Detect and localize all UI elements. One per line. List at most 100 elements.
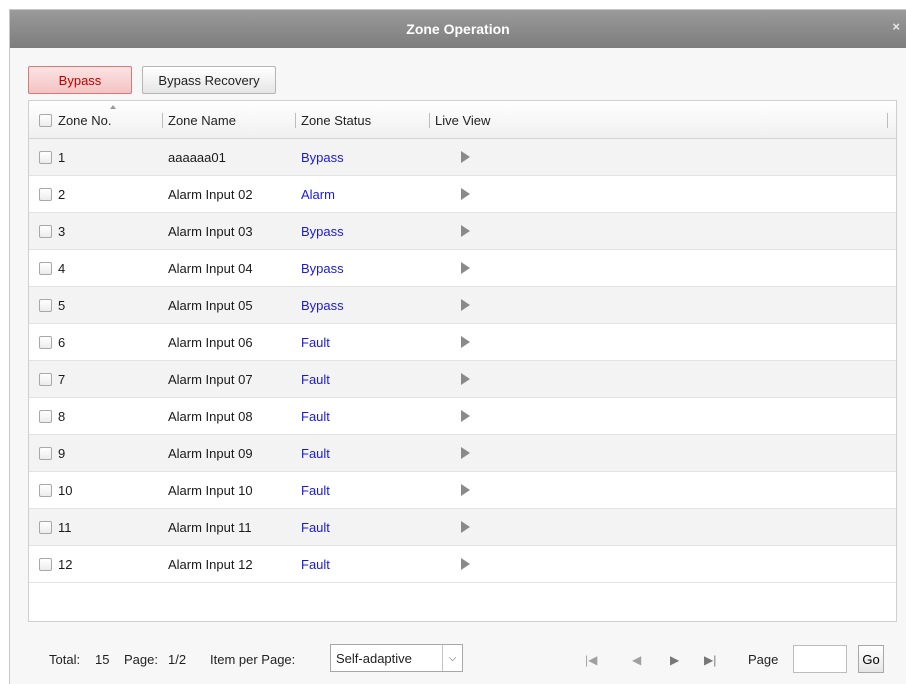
table-row[interactable]: 11 Alarm Input 11 Fault [29, 509, 896, 546]
previous-page-icon[interactable]: ◀ [632, 653, 641, 667]
table-row[interactable]: 4 Alarm Input 04 Bypass [29, 250, 896, 287]
zone-name-cell: Alarm Input 09 [168, 445, 253, 461]
zone-no-cell: 6 [58, 334, 66, 350]
table-row[interactable]: 9 Alarm Input 09 Fault [29, 435, 896, 472]
row-checkbox-cell [39, 250, 52, 286]
bypass-button[interactable]: Bypass [28, 66, 132, 94]
row-checkbox[interactable] [39, 409, 52, 423]
play-icon[interactable] [461, 188, 470, 200]
play-icon[interactable] [461, 484, 470, 496]
zone-operation-dialog: Zone Operation × Bypass Bypass Recovery … [9, 9, 906, 684]
row-checkbox[interactable] [39, 187, 52, 201]
item-per-page-value: Self-adaptive [336, 650, 412, 666]
table-row[interactable]: 8 Alarm Input 08 Fault [29, 398, 896, 435]
row-checkbox-cell [39, 472, 52, 508]
column-label: Live View [435, 112, 491, 128]
live-view-cell [461, 472, 470, 508]
zone-table: Zone No. Zone Name Zone Status Live View… [28, 100, 897, 622]
zone-no-cell: 11 [58, 519, 72, 535]
zone-no-cell: 5 [58, 297, 66, 313]
play-icon[interactable] [461, 447, 470, 459]
play-icon[interactable] [461, 410, 470, 422]
zone-status-cell: Alarm [301, 186, 335, 202]
page-number-input[interactable] [793, 645, 847, 673]
table-row[interactable]: 12 Alarm Input 12 Fault [29, 546, 896, 583]
row-checkbox-cell [39, 361, 52, 397]
row-checkbox[interactable] [39, 446, 52, 460]
zone-name-cell: Alarm Input 10 [168, 482, 253, 498]
page-value: 1/2 [168, 652, 187, 667]
sort-arrow-icon [110, 105, 116, 109]
zone-no-cell: 12 [58, 556, 73, 572]
play-icon[interactable] [461, 521, 470, 533]
play-icon[interactable] [461, 225, 470, 237]
header-select-all [39, 101, 52, 139]
table-row[interactable]: 1 aaaaaa01 Bypass [29, 139, 896, 176]
close-icon[interactable]: × [892, 20, 900, 34]
row-checkbox[interactable] [39, 261, 52, 275]
table-row[interactable]: 10 Alarm Input 10 Fault [29, 472, 896, 509]
column-divider [887, 113, 888, 128]
live-view-cell [461, 250, 470, 286]
table-header: Zone No. Zone Name Zone Status Live View [29, 101, 896, 139]
go-button[interactable]: Go [858, 645, 884, 673]
zone-status-cell: Fault [301, 371, 330, 387]
zone-no-cell: 4 [58, 260, 66, 276]
zone-no-cell: 8 [58, 408, 66, 424]
row-checkbox[interactable] [39, 224, 52, 238]
zone-status-cell: Fault [301, 334, 330, 350]
page-input-label: Page [748, 652, 779, 667]
live-view-cell [461, 324, 470, 360]
live-view-cell [461, 139, 470, 175]
bypass-recovery-button[interactable]: Bypass Recovery [142, 66, 276, 94]
table-row[interactable]: 6 Alarm Input 06 Fault [29, 324, 896, 361]
chevron-down-icon[interactable]: ⌵ [442, 645, 462, 671]
first-page-icon[interactable]: |◀ [585, 653, 597, 667]
zone-no-cell: 3 [58, 223, 66, 239]
row-checkbox-cell [39, 287, 52, 323]
play-icon[interactable] [461, 151, 470, 163]
zone-no-cell: 10 [58, 482, 73, 498]
row-checkbox[interactable] [39, 520, 52, 534]
column-label: Zone No. [58, 112, 112, 128]
zone-no-cell: 1 [58, 149, 66, 165]
zone-name-cell: Alarm Input 08 [168, 408, 253, 424]
page-label: Page: [124, 652, 158, 667]
zone-status-cell: Fault [301, 556, 330, 572]
table-row[interactable]: 2 Alarm Input 02 Alarm [29, 176, 896, 213]
toolbar: Bypass Bypass Recovery [28, 66, 276, 94]
play-icon[interactable] [461, 373, 470, 385]
play-icon[interactable] [461, 299, 470, 311]
play-icon[interactable] [461, 262, 470, 274]
row-checkbox[interactable] [39, 335, 52, 349]
row-checkbox-cell [39, 435, 52, 471]
zone-status-cell: Fault [301, 445, 330, 461]
live-view-cell [461, 509, 470, 545]
zone-name-cell: Alarm Input 03 [168, 223, 253, 239]
row-checkbox[interactable] [39, 483, 52, 497]
next-page-icon[interactable]: ▶ [670, 653, 679, 667]
row-checkbox-cell [39, 324, 52, 360]
column-header-zone-status[interactable]: Zone Status [295, 101, 371, 139]
row-checkbox-cell [39, 176, 52, 212]
row-checkbox[interactable] [39, 150, 52, 164]
zone-no-cell: 7 [58, 371, 66, 387]
live-view-cell [461, 546, 470, 582]
row-checkbox[interactable] [39, 372, 52, 386]
last-page-icon[interactable]: ▶| [704, 653, 716, 667]
row-checkbox[interactable] [39, 298, 52, 312]
table-row[interactable]: 3 Alarm Input 03 Bypass [29, 213, 896, 250]
table-row[interactable]: 5 Alarm Input 05 Bypass [29, 287, 896, 324]
play-icon[interactable] [461, 558, 470, 570]
table-row[interactable]: 7 Alarm Input 07 Fault [29, 361, 896, 398]
zone-status-cell: Bypass [301, 149, 344, 165]
zone-no-cell: 2 [58, 186, 66, 202]
play-icon[interactable] [461, 336, 470, 348]
live-view-cell [461, 361, 470, 397]
select-all-checkbox[interactable] [39, 113, 52, 127]
column-header-zone-name[interactable]: Zone Name [162, 101, 236, 139]
column-header-zone-no[interactable]: Zone No. [58, 101, 116, 139]
item-per-page-select[interactable]: Self-adaptive ⌵ [330, 644, 463, 672]
column-header-live-view[interactable]: Live View [429, 101, 490, 139]
row-checkbox[interactable] [39, 557, 52, 571]
